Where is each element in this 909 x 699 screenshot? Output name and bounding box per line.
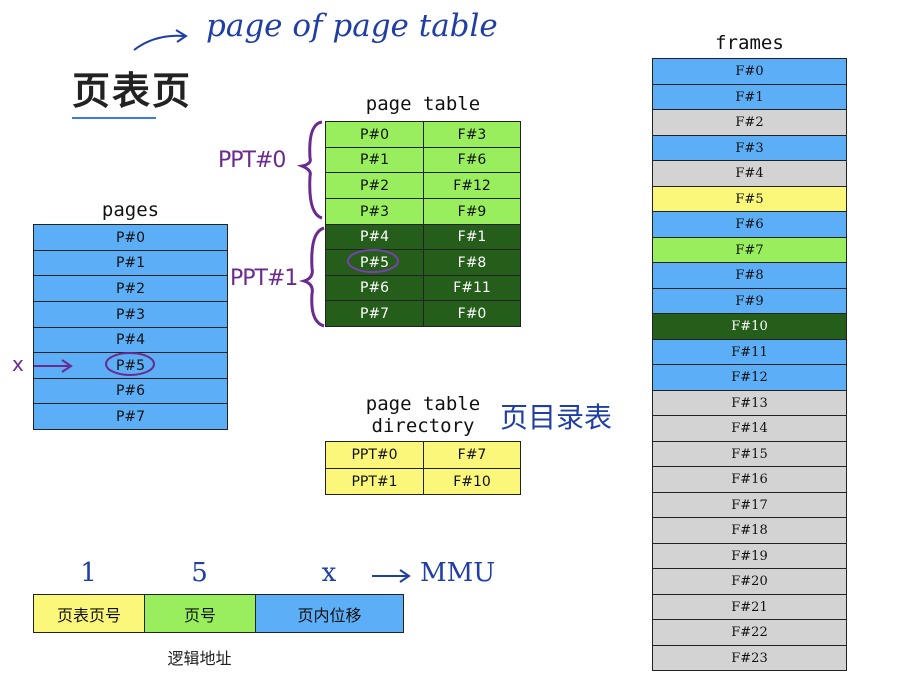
frame-row: F#18 [652, 517, 847, 544]
mmu-arrow [372, 569, 411, 583]
directory-frame-cell: F#7 [423, 441, 521, 469]
page-table-frame-cell: F#11 [423, 275, 521, 301]
page-table-page-cell: P#3 [325, 198, 424, 225]
directory-frame-cell: F#10 [423, 468, 521, 495]
pages-table: P#0 P#1 P#2 P#3 P#4 P#5 P#6 P#7 [33, 224, 228, 430]
ppt-brackets [296, 120, 325, 328]
page-table-page-cell: P#1 [325, 147, 424, 173]
frame-row: F#6 [652, 211, 847, 238]
page-table-frame-cell: F#8 [423, 249, 521, 276]
frame-row: F#5 [652, 186, 847, 212]
logical-address-field: 页号 [144, 594, 256, 633]
logical-address-bar: 页表页号 页号 页内位移 [33, 594, 404, 633]
page-table-page-cell: P#2 [325, 172, 424, 199]
frame-row: F#15 [652, 441, 847, 467]
logical-address-field: 页表页号 [33, 594, 145, 633]
pages-row: P#6 [33, 378, 228, 404]
page-table-frame-cell: F#1 [423, 224, 521, 250]
title-underline [72, 117, 156, 119]
frames-title: frames [715, 32, 784, 54]
logical-address-value: 1 [80, 558, 97, 588]
frame-row: F#10 [652, 313, 847, 340]
frame-row: F#8 [652, 262, 847, 289]
frame-row: F#11 [652, 339, 847, 365]
p5-circle-pages [105, 352, 155, 376]
directory-table: PPT#0 F#7 PPT#1 F#10 [325, 441, 521, 495]
frame-row: F#20 [652, 568, 847, 595]
frame-row: F#2 [652, 109, 847, 136]
logical-address-field: 页内位移 [255, 594, 404, 633]
pointer-arrow [34, 359, 73, 373]
frame-row: F#23 [652, 645, 847, 671]
pointer-x-label: x [12, 352, 24, 376]
frame-row: F#7 [652, 237, 847, 263]
pages-row: P#3 [33, 301, 228, 328]
directory-ppt-cell: PPT#0 [325, 441, 424, 469]
frame-row: F#19 [652, 543, 847, 569]
page-title: 页表页 [72, 68, 193, 113]
frame-row: F#3 [652, 135, 847, 161]
pages-row: P#0 [33, 224, 228, 251]
ppt1-label: PPT#1 [230, 266, 298, 291]
pages-title: pages [101, 199, 160, 221]
page-table-frame-cell: F#3 [423, 121, 521, 148]
page-table-frame-cell: F#9 [423, 198, 521, 225]
frame-row: F#17 [652, 492, 847, 518]
frame-row: F#16 [652, 466, 847, 493]
pages-row: P#2 [33, 275, 228, 302]
pages-row: P#1 [33, 250, 228, 276]
frame-row: F#9 [652, 288, 847, 314]
frame-row: F#21 [652, 594, 847, 620]
page-table-page-cell: P#0 [325, 121, 424, 148]
page-table: P#0 F#3 P#1 F#6 P#2 F#12 P#3 F#9 P#4 F#1 P#5 F#8 P#6… [325, 121, 521, 327]
frame-row: F#22 [652, 619, 847, 646]
page-table-frame-cell: F#6 [423, 147, 521, 173]
page-table-title: page table [365, 93, 481, 115]
directory-title-line1: page table [365, 393, 481, 415]
logical-address-value: x [321, 558, 337, 588]
directory-ppt-cell: PPT#1 [325, 468, 424, 495]
frame-row: F#0 [652, 58, 847, 85]
frame-row: F#13 [652, 390, 847, 416]
logical-address-values: 1 5 x [33, 558, 403, 590]
frames-table: F#0 F#1 F#2 F#3 F#4 F#5 F#6 F#7 F#8 F#9 F#10 F#11 F#… [652, 58, 847, 671]
pages-row: P#7 [33, 403, 228, 430]
mmu-label: MMU [420, 558, 496, 588]
note-arrow [133, 29, 188, 51]
logical-address-value: 5 [191, 558, 208, 588]
p5-circle-page-table [347, 249, 399, 273]
page-table-page-cell: P#7 [325, 300, 424, 327]
page-table-frame-cell: F#0 [423, 300, 521, 327]
ppt0-label: PPT#0 [218, 148, 286, 173]
frame-row: F#1 [652, 84, 847, 110]
directory-title-line2: directory [371, 415, 475, 437]
page-table-frame-cell: F#12 [423, 172, 521, 199]
frame-row: F#12 [652, 364, 847, 391]
frame-row: F#4 [652, 160, 847, 187]
directory-note: 页目录表 [500, 401, 613, 434]
page-of-page-table-note: page of page table [206, 8, 498, 44]
page-table-page-cell: P#6 [325, 275, 424, 301]
frame-row: F#14 [652, 415, 847, 442]
logical-address-caption: 逻辑地址 [167, 649, 232, 668]
